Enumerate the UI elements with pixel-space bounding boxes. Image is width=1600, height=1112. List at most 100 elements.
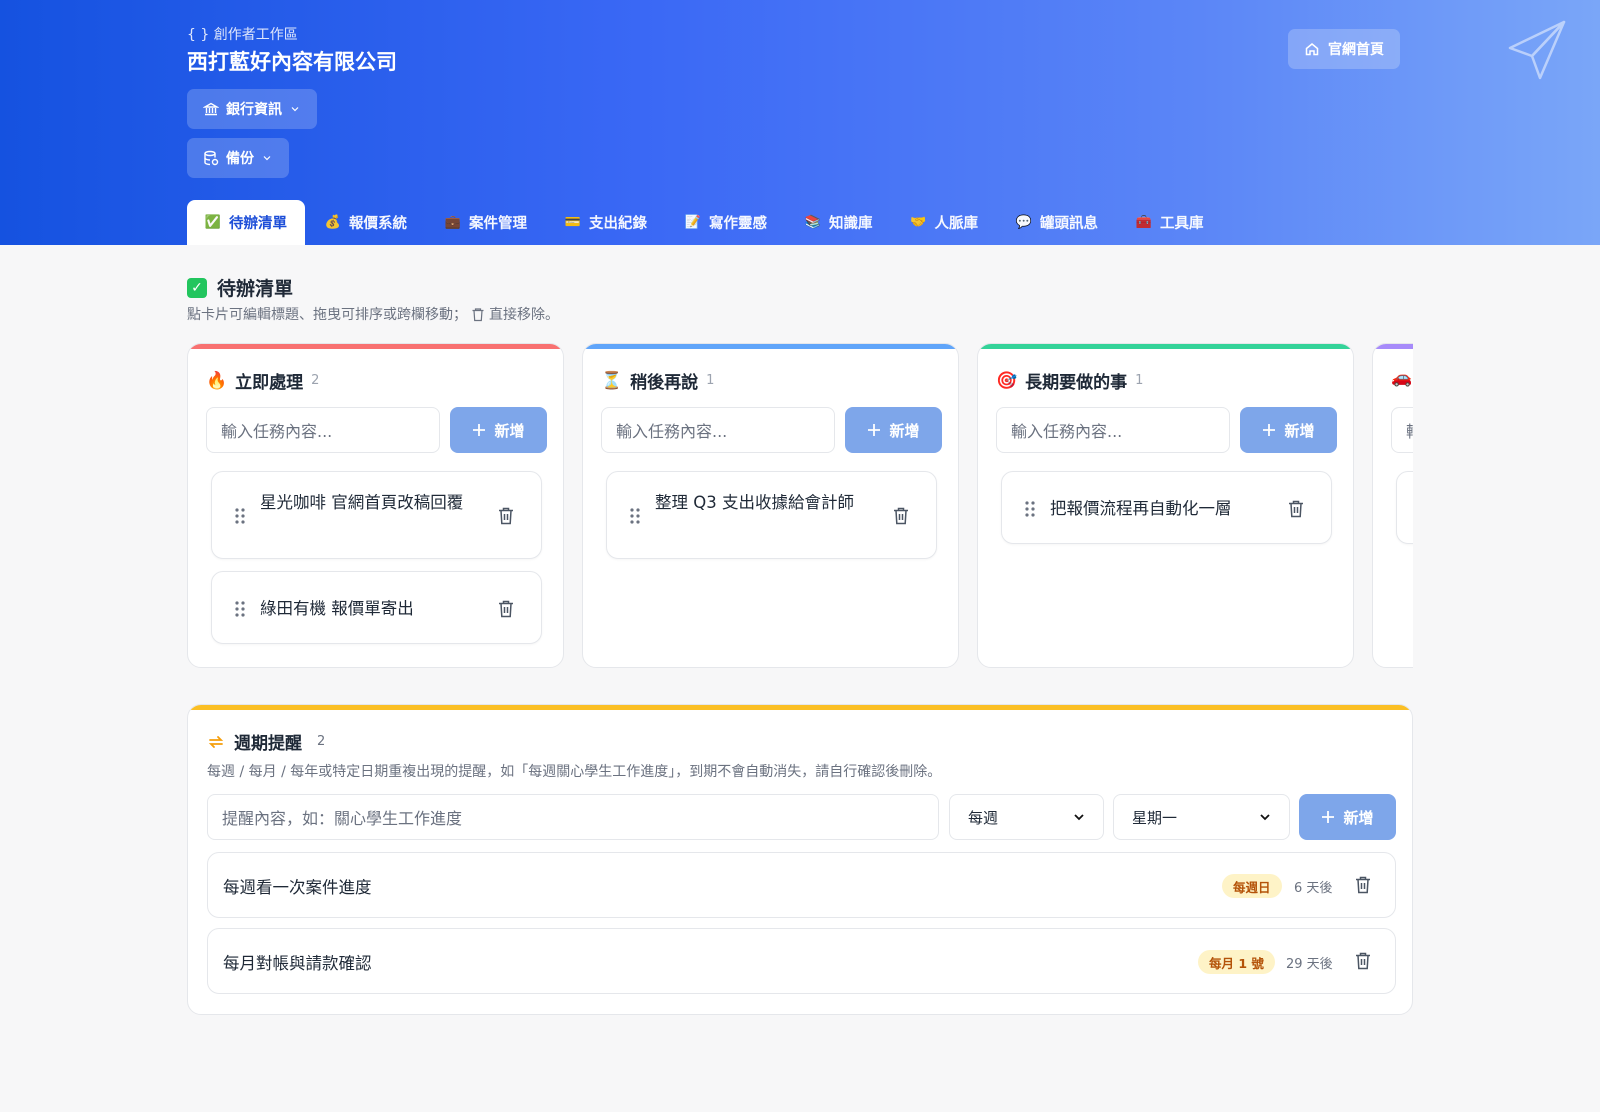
tab-label: 罐頭訊息	[1040, 216, 1098, 232]
column-count: 1	[706, 373, 715, 388]
task-title[interactable]: 把報價流程再自動化一層	[1050, 495, 1261, 522]
trash-icon[interactable]	[892, 506, 910, 526]
tab-emoji-icon: 📝	[684, 215, 702, 230]
add-reminder-label: 新增	[1343, 808, 1374, 827]
plus-icon	[868, 424, 881, 436]
kanban-column: 🔥 立即處理 2 輸入任務內容... 新增 星光咖啡 官網首頁改稿回覆 綠田有機 報價單寄出	[187, 343, 564, 668]
task-card[interactable]	[1396, 471, 1413, 544]
bank-icon	[203, 102, 219, 116]
task-placeholder: 輸入任務內容...	[221, 422, 333, 441]
drag-handle-icon[interactable]	[1024, 500, 1036, 518]
workspace-label: { } 創作者工作區	[187, 27, 298, 43]
todo-desc-text: 點卡片可編輯標題、拖曳可排序或跨欄移動；	[187, 307, 467, 323]
plus-icon	[1263, 424, 1276, 436]
drag-handle-icon[interactable]	[234, 600, 246, 618]
trash-icon[interactable]	[1354, 951, 1372, 971]
task-card[interactable]: 把報價流程再自動化一層	[1001, 471, 1332, 544]
drag-handle-icon[interactable]	[629, 507, 641, 525]
task-card[interactable]: 星光咖啡 官網首頁改稿回覆	[211, 471, 542, 559]
homepage-label: 官網首頁	[1328, 42, 1384, 58]
trash-icon[interactable]	[1354, 875, 1372, 895]
chevron-down-icon	[263, 156, 271, 161]
column-emoji-icon: 🔥	[206, 370, 228, 391]
reminder-text: 每週看一次案件進度	[223, 878, 372, 897]
tab-emoji-icon: ✅	[204, 215, 222, 230]
add-task-label: 新增	[494, 421, 525, 440]
task-input[interactable]: 輸	[1391, 407, 1413, 453]
column-title: 立即處理	[235, 373, 304, 393]
tab-label: 寫作靈感	[709, 216, 767, 232]
app-header: { } 創作者工作區 西打藍好內容有限公司 銀行資訊 備份 官網首頁 ✅ 待辦清單…	[0, 0, 1600, 245]
tab-4[interactable]: 📝 寫作靈感	[667, 200, 785, 245]
recurring-title-text: 週期提醒	[234, 734, 302, 754]
column-title: 長期要做的事	[1025, 373, 1128, 393]
tab-emoji-icon: 💬	[1015, 215, 1033, 230]
column-accent-bar	[188, 344, 563, 349]
tab-1[interactable]: 💰 報價系統	[307, 200, 425, 245]
column-accent-bar	[978, 344, 1353, 349]
todo-desc-text-end: 直接移除。	[489, 307, 559, 323]
task-placeholder: 輸入任務內容...	[616, 422, 728, 441]
reminder-input[interactable]: 提醒內容，如：關心學生工作進度	[207, 794, 939, 840]
weekday-value: 星期一	[1132, 808, 1178, 827]
recurring-reminders-panel: 週期提醒 2 每週 / 每月 / 每年或特定日期重複出現的提醒，如「每週關心學生…	[187, 704, 1413, 1015]
column-header: ⏳ 稍後再說 1	[601, 368, 715, 394]
trash-icon[interactable]	[497, 599, 515, 619]
task-placeholder: 輸	[1406, 418, 1413, 442]
homepage-button[interactable]: 官網首頁	[1288, 29, 1400, 69]
paper-plane-icon	[1508, 20, 1566, 80]
tab-3[interactable]: 💳 支出紀錄	[547, 200, 665, 245]
frequency-select[interactable]: 每週	[949, 794, 1104, 840]
home-icon	[1305, 43, 1319, 56]
chevron-down-icon	[1074, 814, 1084, 821]
task-placeholder: 輸入任務內容...	[1011, 422, 1123, 441]
tab-emoji-icon: 🧰	[1135, 215, 1153, 230]
column-emoji-icon: 🚗	[1391, 368, 1413, 388]
panel-accent-bar	[188, 705, 1412, 710]
tab-8[interactable]: 🧰 工具庫	[1118, 200, 1222, 245]
plus-icon	[473, 424, 486, 436]
plus-icon	[1322, 811, 1335, 823]
chevron-down-icon	[1260, 814, 1270, 821]
trash-icon[interactable]	[1287, 499, 1305, 519]
tab-0[interactable]: ✅ 待辦清單	[187, 200, 305, 245]
tab-emoji-icon: 💰	[324, 215, 342, 230]
add-task-button[interactable]: 新增	[845, 407, 942, 453]
add-task-button[interactable]: 新增	[1240, 407, 1337, 453]
todo-title: 待辦清單	[217, 278, 294, 300]
reminder-row: 每月對帳與請款確認 每月 1 號 29 天後	[207, 928, 1396, 994]
kanban-board: 🔥 立即處理 2 輸入任務內容... 新增 星光咖啡 官網首頁改稿回覆 綠田有機 報價單寄出…	[187, 343, 1413, 669]
bank-info-button[interactable]: 銀行資訊	[187, 89, 317, 129]
task-card[interactable]: 綠田有機 報價單寄出	[211, 571, 542, 644]
trash-icon[interactable]	[497, 506, 515, 526]
weekday-select[interactable]: 星期一	[1113, 794, 1290, 840]
column-emoji-icon: 🎯	[996, 370, 1018, 391]
drag-handle-icon[interactable]	[234, 507, 246, 525]
add-task-label: 新增	[889, 421, 920, 440]
trash-icon	[472, 307, 484, 321]
task-title[interactable]: 星光咖啡 官網首頁改稿回覆	[260, 489, 471, 516]
task-input[interactable]: 輸入任務內容...	[601, 407, 835, 453]
tab-7[interactable]: 💬 罐頭訊息	[998, 200, 1116, 245]
column-header: 🔥 立即處理 2	[206, 368, 319, 394]
task-title[interactable]: 整理 Q3 支出收據給會計師	[655, 489, 866, 516]
task-title[interactable]: 綠田有機 報價單寄出	[260, 595, 471, 622]
database-icon	[204, 150, 219, 166]
main-tabs: ✅ 待辦清單 💰 報價系統 💼 案件管理 💳 支出紀錄 📝 寫作靈感 📚 知識庫 🤝 人脈庫 💬 罐頭訊息 🧰 工…	[187, 200, 1224, 245]
kanban-column: ⏳ 稍後再說 1 輸入任務內容... 新增整理 Q3 支出收據給會計師	[582, 343, 959, 668]
tab-5[interactable]: 📚 知識庫	[787, 200, 891, 245]
backup-button[interactable]: 備份	[187, 138, 289, 178]
backup-label: 備份	[226, 151, 254, 167]
task-card[interactable]: 整理 Q3 支出收據給會計師	[606, 471, 937, 559]
add-task-button[interactable]: 新增	[450, 407, 547, 453]
task-input[interactable]: 輸入任務內容...	[206, 407, 440, 453]
tab-6[interactable]: 🤝 人脈庫	[893, 200, 997, 245]
task-input[interactable]: 輸入任務內容...	[996, 407, 1230, 453]
add-reminder-button[interactable]: 新增	[1299, 794, 1396, 840]
kanban-column: 🚗輸	[1372, 343, 1413, 668]
column-count: 1	[1135, 373, 1144, 388]
tab-emoji-icon: 📚	[804, 215, 822, 230]
tab-2[interactable]: 💼 案件管理	[427, 200, 545, 245]
reminder-row: 每週看一次案件進度 每週日 6 天後	[207, 852, 1396, 918]
tab-label: 支出紀錄	[589, 216, 647, 232]
